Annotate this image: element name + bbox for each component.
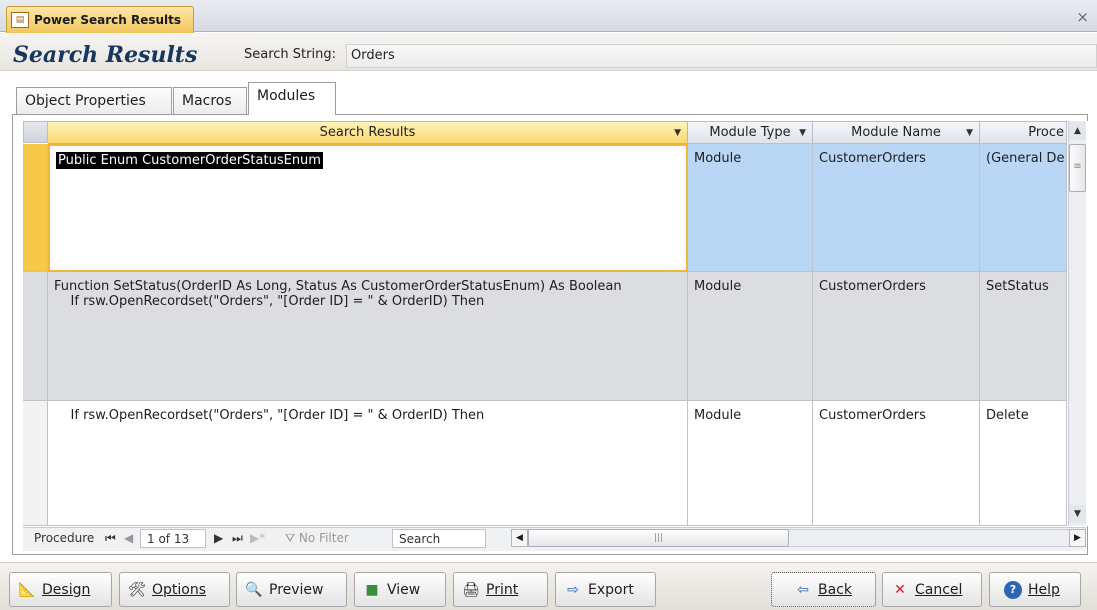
scroll-up-icon[interactable]: ▲ (1069, 122, 1086, 140)
document-tab-power-search-results[interactable]: ▤ Power Search Results (6, 6, 194, 33)
design-icon: 📐 (18, 581, 36, 598)
column-header-label: Module Type (709, 125, 791, 140)
view-label: View (387, 581, 421, 598)
table-cell-search-result[interactable]: Public Enum CustomerOrderStatusEnum (48, 144, 688, 272)
filter-toggle[interactable]: ⛛ No Filter (285, 531, 349, 546)
cancel-button[interactable]: ✕ Cancel (882, 572, 982, 607)
help-label: Help (1028, 581, 1060, 598)
preview-label: Preview (269, 581, 324, 598)
search-string-field[interactable]: Orders (346, 44, 1097, 68)
dropdown-arrow-icon[interactable]: ▼ (966, 128, 973, 138)
table-cell-search-result[interactable]: If rsw.OpenRecordset("Orders", "[Order I… (48, 401, 688, 526)
document-tab-label: Power Search Results (34, 13, 182, 27)
tab-modules[interactable]: Modules (248, 82, 336, 115)
form-icon: ▤ (11, 12, 29, 28)
help-button[interactable]: ? Help (989, 572, 1081, 607)
back-arrow-icon: ⇦ (797, 581, 809, 598)
dropdown-arrow-icon[interactable]: ▼ (674, 128, 681, 138)
print-label: Print (486, 581, 519, 598)
table-cell-procedure[interactable]: (General De (980, 144, 1067, 272)
table-cell-module-name[interactable]: CustomerOrders (813, 272, 980, 401)
preview-button[interactable]: 🔍 Preview (236, 572, 347, 607)
design-button[interactable]: 📐 Design (9, 572, 112, 607)
column-header-label: Search Results (319, 125, 416, 140)
column-header-search-results[interactable]: Search Results ▼ (48, 121, 688, 144)
table-cell-module-name[interactable]: CustomerOrders (813, 401, 980, 526)
table-cell-procedure[interactable]: SetStatus (980, 272, 1067, 401)
scroll-down-icon[interactable]: ▼ (1069, 505, 1086, 523)
search-string-label: Search String: (244, 47, 336, 62)
horizontal-scroll-thumb[interactable]: ||| (528, 529, 789, 547)
export-label: Export (588, 581, 634, 598)
table-cell-module-type[interactable]: Module (688, 272, 813, 401)
filter-label: No Filter (298, 531, 349, 545)
print-icon: 🖨 (462, 581, 480, 598)
scroll-left-icon[interactable]: ◀ (511, 529, 528, 547)
close-document-icon[interactable]: × (1076, 8, 1089, 26)
new-record-icon[interactable]: ▶* (250, 531, 265, 545)
cancel-x-icon: ✕ (894, 581, 906, 598)
export-icon: ⇨ (567, 581, 579, 598)
back-label: Back (818, 581, 852, 598)
row-selector[interactable] (23, 144, 48, 272)
next-record-icon[interactable]: ▶ (214, 531, 223, 545)
help-icon: ? (1004, 580, 1022, 599)
options-icon: 🛠 (128, 581, 146, 598)
vertical-scroll-thumb[interactable]: ≡ (1069, 144, 1086, 192)
options-button[interactable]: 🛠 Options (119, 572, 230, 607)
table-cell-search-result[interactable]: Function SetStatus(OrderID As Long, Stat… (48, 272, 688, 401)
last-record-icon[interactable]: ⏭ (232, 531, 243, 546)
column-header-label: Proce (1028, 125, 1064, 140)
column-header-module-type[interactable]: Module Type ▼ (688, 121, 813, 144)
table-cell-procedure[interactable]: Delete (980, 401, 1067, 526)
preview-icon: 🔍 (245, 581, 263, 598)
view-button[interactable]: ■ View (354, 572, 446, 607)
export-button[interactable]: ⇨ Export (555, 572, 656, 607)
column-header-module-name[interactable]: Module Name ▼ (813, 121, 980, 144)
row-selector[interactable] (23, 401, 48, 526)
select-all-corner[interactable] (23, 121, 48, 143)
record-search-input[interactable]: Search (392, 529, 486, 548)
scroll-right-icon[interactable]: ▶ (1069, 529, 1086, 547)
print-button[interactable]: 🖨 Print (453, 572, 548, 607)
filter-icon: ⛛ (285, 531, 299, 545)
dropdown-arrow-icon[interactable]: ▼ (799, 128, 806, 138)
back-button[interactable]: ⇦ Back (771, 572, 876, 607)
options-label: Options (152, 581, 207, 598)
first-record-icon[interactable]: ⏮ (105, 531, 116, 546)
tab-macros[interactable]: Macros (173, 87, 247, 114)
table-cell-module-type[interactable]: Module (688, 144, 813, 272)
record-label: Procedure (34, 531, 95, 545)
previous-record-icon[interactable]: ◀ (124, 531, 133, 545)
cancel-label: Cancel (915, 581, 963, 598)
column-header-procedure[interactable]: Proce (980, 121, 1067, 144)
tab-object-properties[interactable]: Object Properties (16, 87, 172, 114)
table-cell-module-name[interactable]: CustomerOrders (813, 144, 980, 272)
highlighted-text: Public Enum CustomerOrderStatusEnum (56, 152, 323, 169)
view-icon: ■ (365, 581, 379, 598)
table-cell-module-type[interactable]: Module (688, 401, 813, 526)
row-selector[interactable] (23, 272, 48, 401)
column-header-label: Module Name (851, 125, 941, 140)
record-position-field[interactable]: 1 of 13 (140, 529, 206, 548)
design-label: Design (42, 581, 91, 598)
page-title: Search Results (13, 42, 198, 68)
